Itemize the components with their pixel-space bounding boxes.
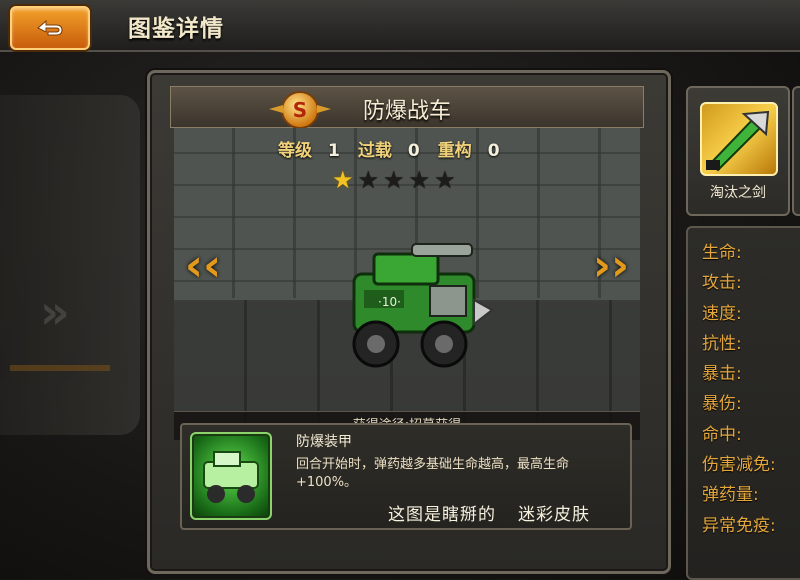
attribute-item: 异常免疫: [702,515,776,536]
unit-detail-panel: S 防爆战车 等级 1 过载 0 重构 0 ★ ★ ★ ★ ★ ‹‹ ›› ·10· [147,70,671,574]
unit-name: 防爆战车 [362,99,451,124]
attribute-item: 攻击: [702,273,742,294]
attribute-item: 弹药量: [702,485,759,506]
star-empty-icon: ★ [357,166,380,194]
armor-skill-icon[interactable] [190,432,272,520]
attribute-item: 伤害减免: [702,455,776,476]
equipment-slot[interactable]: 淘汰之剑 [686,86,790,216]
level-value: 1 [328,141,340,161]
star-rating: ★ ★ ★ ★ ★ [332,166,456,194]
sword-weapon-icon [700,102,778,176]
equipment-name: 淘汰之剑 [710,185,766,201]
attribute-item: 速度: [702,303,742,324]
attribute-item: 暴伤: [702,394,742,415]
armored-vehicle-image: ·10· [352,243,494,368]
next-unit-arrow-icon[interactable]: ›› [586,236,636,294]
rebuild-value: 0 [487,141,500,161]
attribute-list: 生命: 攻击: 速度: 抗性: 暴击: 暴伤: 命中: 伤害减免: 弹药量: 异常免疫: [702,238,776,541]
attribute-item: 抗性: [702,333,742,354]
background-decor: » [0,95,140,435]
skill-box: 防爆装甲 回合开始时，弹药越多基础生命越高，最高生命+100%。 这图是瞎掰的 迷… [180,423,632,530]
equipment-slot-2[interactable] [792,86,800,216]
back-arrow-icon [37,19,63,36]
skill-description: 回合开始时，弹药越多基础生命越高，最高生命+100%。 [296,457,570,490]
stripe-decor [10,365,110,371]
rebuild-stat: 重构 0 [438,136,500,161]
unit-showcase: 等级1 过载0 重构0 ★★★★★ ‹‹ ›› ·10· 获得途径:招募获得 [174,128,640,440]
star-empty-icon: ★ [383,166,405,194]
svg-text:·10·: ·10· [378,295,401,309]
star-filled-icon: ★ [332,166,354,194]
attribute-item: 暴击: [702,364,742,385]
prev-unit-arrow-icon[interactable]: ‹‹ [178,236,228,294]
level-label: 等级 [278,141,312,161]
overload-value: 0 [407,141,420,161]
back-button[interactable] [10,6,90,50]
overload-label: 过载 [357,141,392,161]
page-title: 图鉴详情 [128,16,224,42]
attribute-panel: 生命: 攻击: 速度: 抗性: 暴击: 暴伤: 命中: 伤害减免: 弹药量: 异常免疫: [686,226,800,580]
note-left: 这图是瞎掰的 [388,505,496,525]
top-bar: 图鉴详情 [0,0,800,52]
unit-stats-row: 等级 1 过载 0 重构 0 [278,136,500,161]
level-stat: 等级 1 [278,136,340,161]
attribute-item: 生命: [702,243,742,263]
star-empty-icon: ★ [408,166,431,194]
attribute-item: 命中: [702,424,742,445]
rebuild-label: 重构 [437,141,472,161]
note-right: 迷彩皮肤 [518,505,590,525]
vehicle-skill-icon [203,451,259,503]
unit-title-band: S 防爆战车 [170,86,644,129]
overload-stat: 过载 0 [358,136,420,161]
chevron-decor-icon: » [40,285,70,339]
star-empty-icon: ★ [434,166,456,194]
skill-note: 这图是瞎掰的 迷彩皮肤 [388,500,590,525]
skill-name: 防爆装甲 [296,434,352,450]
